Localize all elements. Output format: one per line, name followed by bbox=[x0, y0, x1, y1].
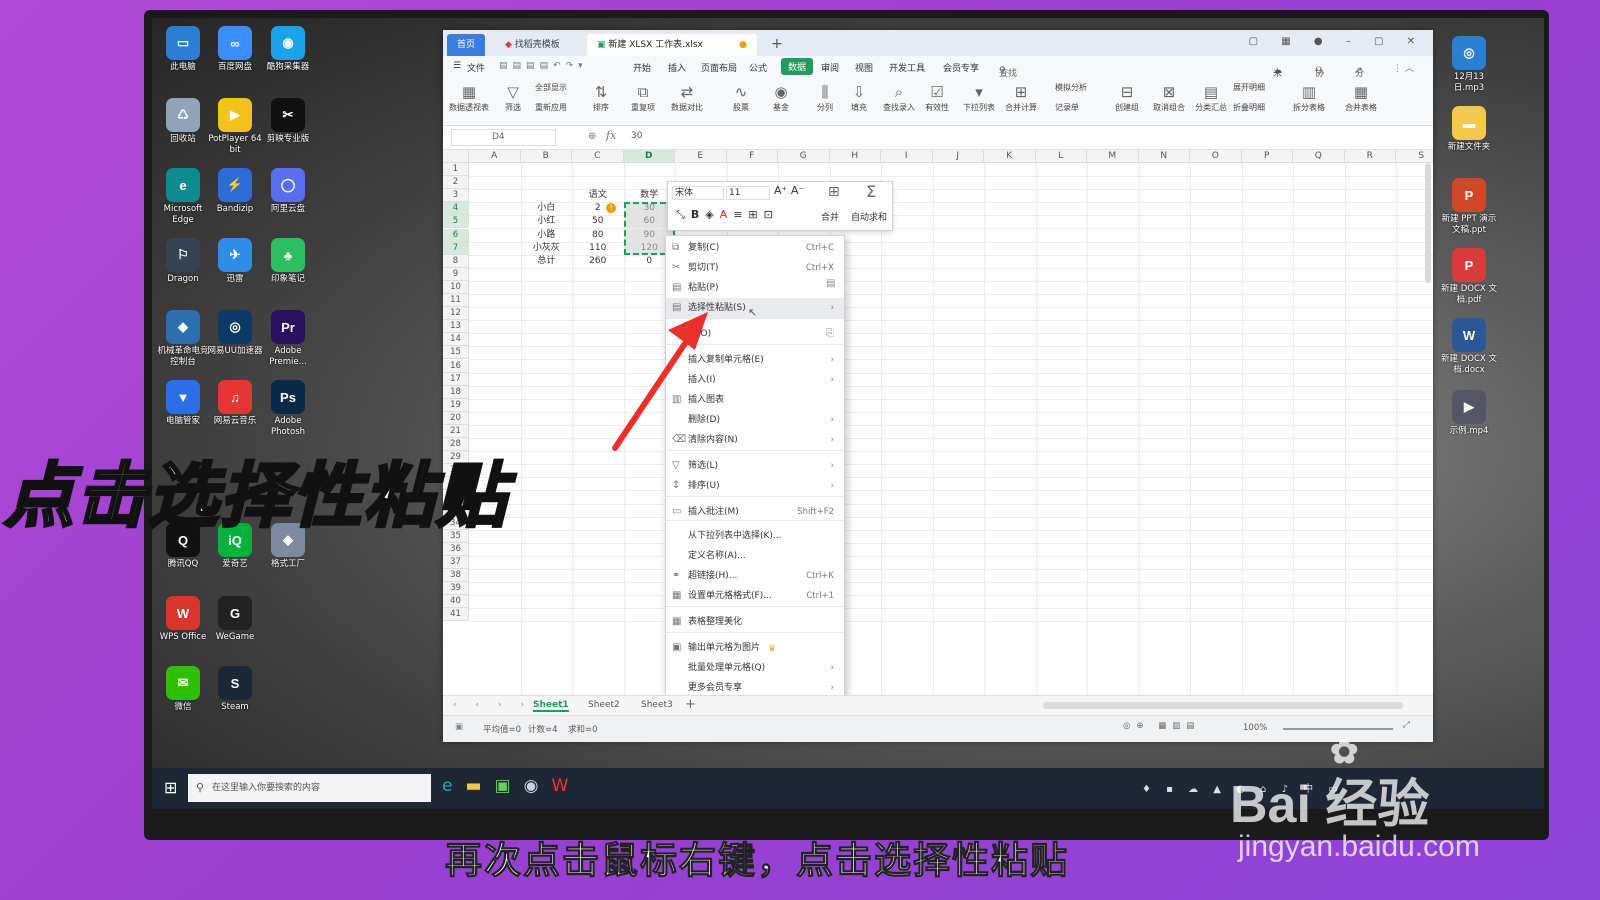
watermark-logo-text: Bai 经验 bbox=[1230, 776, 1430, 834]
big-caption: 点击选择性粘贴 bbox=[3, 454, 508, 539]
baidu-watermark: ✿ Bai 经验 bbox=[1230, 733, 1430, 837]
subtitle-caption: 再次点击鼠标右键，点击选择性粘贴 bbox=[445, 839, 1069, 883]
watermark-url: jingyan.baidu.com bbox=[1238, 830, 1480, 863]
paw-icon: ✿ bbox=[1330, 733, 1359, 771]
